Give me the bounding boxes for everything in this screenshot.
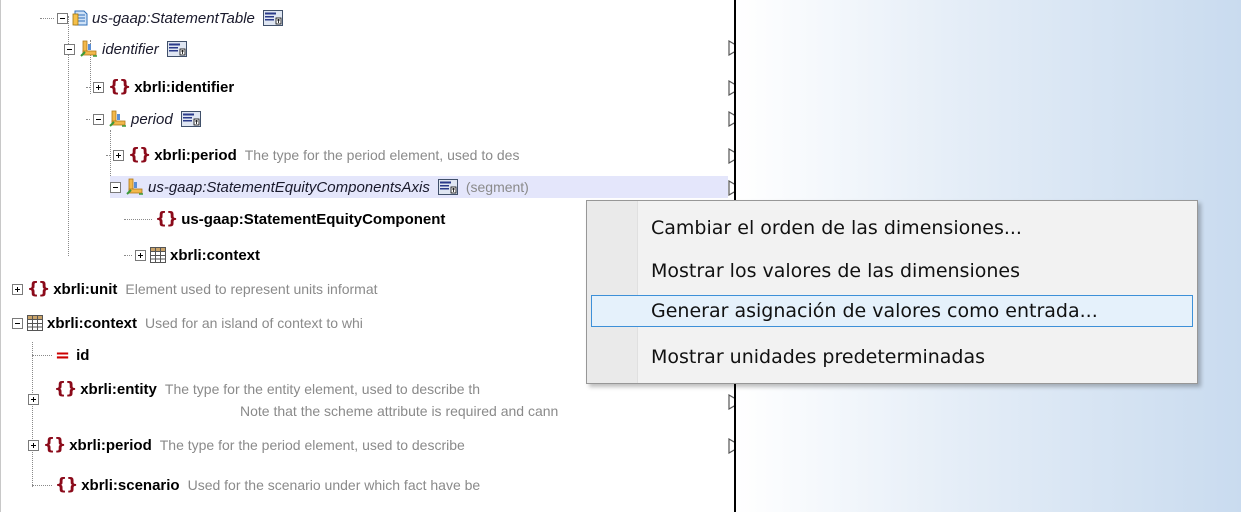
expand-minus-icon[interactable] [64, 43, 75, 55]
tree-connector-line [86, 86, 90, 88]
tree-connector-line [124, 218, 152, 220]
tree-node-statement-table[interactable]: us-gaap:StatementTable [40, 7, 283, 29]
properties-button-icon[interactable] [181, 111, 201, 127]
tree-connector-line [32, 354, 52, 356]
tree-node-period[interactable]: period [86, 108, 201, 130]
dimension-axis-icon [125, 177, 145, 197]
element-icon: {} [55, 475, 78, 495]
tree-node-xbrli-unit[interactable]: {} xbrli:unit Element used to represent … [12, 278, 378, 300]
element-icon: {} [108, 77, 131, 97]
expand-plus-icon[interactable] [113, 149, 124, 161]
node-label: us-gaap:StatementEquityComponentsAxis [148, 178, 430, 196]
tree-node-equity-component[interactable]: {} us-gaap:StatementEquityComponent [124, 208, 445, 230]
menu-item-generate-value-map-input[interactable]: Generar asignación de valores como entra… [591, 295, 1193, 327]
grid-context-icon [27, 315, 43, 331]
table-icon [72, 9, 90, 27]
attribute-icon: = [55, 344, 71, 366]
tree-node-equity-components-axis[interactable]: us-gaap:StatementEquityComponentsAxis (s… [110, 176, 728, 198]
node-label: xbrli:entity [80, 380, 157, 398]
expand-plus-icon[interactable] [28, 439, 39, 451]
tree-connector-line [32, 484, 52, 486]
node-description: Used for the scenario under which fact h… [187, 477, 481, 493]
node-label: xbrli:context [47, 314, 138, 332]
tree-node-id-attribute[interactable]: = id [32, 344, 89, 366]
tree-node-xbrli-identifier[interactable]: {} xbrli:identifier [86, 76, 234, 98]
tree-connector-line [86, 118, 90, 120]
node-description: The type for the period element, used to… [159, 437, 465, 453]
node-label: identifier [102, 40, 159, 58]
tree-connector-line [106, 154, 110, 156]
expand-minus-icon[interactable] [110, 181, 121, 193]
node-label: id [76, 346, 90, 364]
expand-minus-icon[interactable] [93, 113, 104, 125]
tree-node-xbrli-period-2[interactable]: {} xbrli:period The type for the period … [28, 434, 465, 456]
element-icon: {} [43, 435, 66, 455]
menu-item-show-default-units[interactable]: Mostrar unidades predeterminadas [591, 341, 1193, 373]
tree-node-xbrli-period[interactable]: {} xbrli:period The type for the period … [106, 144, 519, 166]
tree-node-xbrli-entity[interactable]: {} xbrli:entity The type for the entity … [54, 378, 480, 400]
expand-minus-icon[interactable] [57, 12, 68, 24]
tree-node-xbrli-context[interactable]: xbrli:context Used for an island of cont… [12, 312, 363, 334]
segment-label: (segment) [465, 179, 529, 195]
element-icon: {} [27, 279, 50, 299]
properties-button-icon[interactable] [438, 179, 458, 195]
tree-node-identifier[interactable]: identifier [64, 38, 187, 60]
node-label: xbrli:period [154, 146, 237, 164]
node-label: us-gaap:StatementTable [92, 9, 255, 27]
expand-plus-icon[interactable] [135, 249, 146, 261]
panel-left-border [0, 0, 1, 512]
node-description: The type for the period element, used to… [244, 147, 520, 163]
tree-node-xbrli-scenario[interactable]: {} xbrli:scenario Used for the scenario … [32, 474, 480, 496]
node-label: xbrli:context [170, 246, 261, 264]
node-label: xbrli:identifier [134, 78, 235, 96]
dimension-axis-icon [108, 109, 128, 129]
node-label: xbrli:period [69, 436, 152, 454]
context-menu: Cambiar el orden de las dimensiones... M… [586, 200, 1198, 384]
expand-plus-icon[interactable] [93, 81, 104, 93]
node-label: us-gaap:StatementEquityComponent [181, 210, 446, 228]
menu-item-change-dimension-order[interactable]: Cambiar el orden de las dimensiones... [591, 212, 1193, 244]
expand-plus-icon[interactable] [28, 394, 39, 405]
dimension-axis-icon [79, 39, 99, 59]
node-label: xbrli:scenario [81, 476, 180, 494]
node-description: Element used to represent units informat [125, 281, 378, 297]
grid-context-icon [150, 247, 166, 263]
tree-node-xbrli-context-inner[interactable]: xbrli:context [124, 244, 260, 266]
tree-connector-line [124, 254, 132, 256]
element-icon: {} [155, 209, 178, 229]
properties-button-icon[interactable] [263, 10, 283, 26]
menu-item-show-dimension-values[interactable]: Mostrar los valores de las dimensiones [591, 255, 1193, 287]
node-description: Used for an island of context to whi [145, 315, 363, 331]
element-icon: {} [54, 379, 77, 399]
tree-connector-line [40, 17, 54, 19]
node-label: period [131, 110, 173, 128]
expand-plus-icon[interactable] [12, 283, 23, 295]
node-description: Note that the scheme attribute is requir… [240, 403, 559, 419]
element-icon: {} [128, 145, 151, 165]
expand-minus-icon[interactable] [12, 317, 23, 329]
node-label: xbrli:unit [53, 280, 118, 298]
node-description: The type for the entity element, used to… [164, 381, 481, 397]
node-description-line2: Note that the scheme attribute is requir… [240, 400, 558, 422]
properties-button-icon[interactable] [167, 41, 187, 57]
